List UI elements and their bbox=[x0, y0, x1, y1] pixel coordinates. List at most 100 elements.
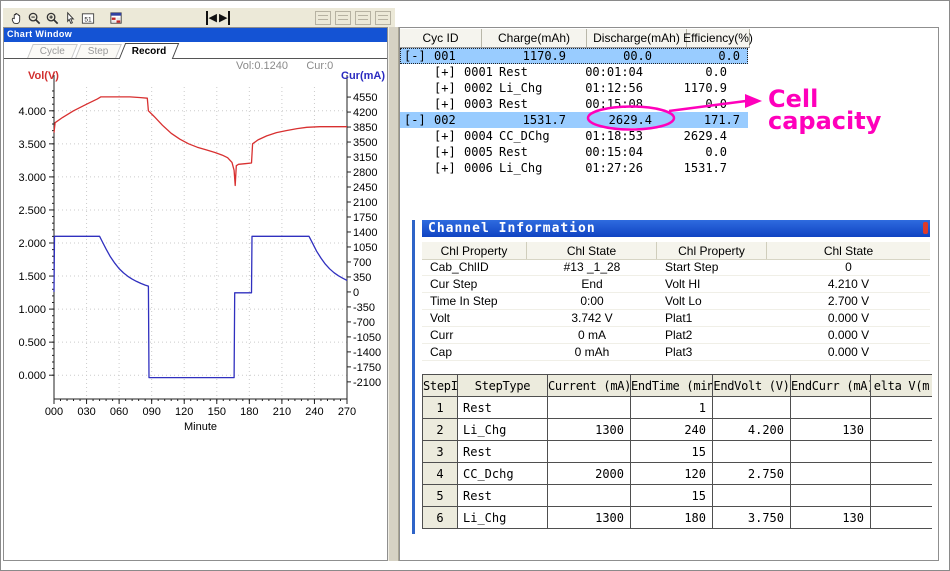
expand-toggle: [+] bbox=[434, 81, 456, 95]
channel-property: Volt Lo bbox=[665, 294, 702, 308]
cycle-row-001[interactable]: [-] 001 1170.9 00.0 0.0 bbox=[400, 48, 748, 64]
channel-property: Plat2 bbox=[665, 328, 693, 342]
step-table-row[interactable]: 1 Rest 1 bbox=[422, 396, 932, 419]
step-table-row[interactable]: 2 Li_Chg 1300 240 4.200 130 bbox=[422, 418, 932, 441]
channel-info-row: Cap 0 mAh Plat3 0.000 V bbox=[422, 344, 930, 361]
titlebar-red-marker bbox=[923, 222, 928, 234]
tab-step[interactable]: Step bbox=[75, 44, 122, 58]
step-cell: 15 bbox=[630, 484, 713, 507]
step-cell: 6 bbox=[422, 506, 458, 529]
step-name: Li_Chg bbox=[499, 161, 543, 175]
step-col-header: elta V(m bbox=[870, 374, 932, 397]
select-cursor-icon[interactable] bbox=[61, 10, 79, 26]
data-pane: Cyc ID Charge(mAh) Discharge(mAh) Efficienc… bbox=[399, 27, 939, 561]
channel-info-titlebar: Channel Information bbox=[422, 220, 930, 237]
step-name: Rest bbox=[499, 65, 528, 79]
step-cell bbox=[870, 506, 932, 529]
step-cell bbox=[712, 440, 791, 463]
step-id: 0006 bbox=[464, 161, 493, 175]
step-table-row[interactable]: 4 CC_Dchg 2000 120 2.750 bbox=[422, 462, 932, 485]
cycle-col-header[interactable]: Charge(mAh) bbox=[482, 29, 587, 47]
step-cell: 1300 bbox=[547, 418, 631, 441]
tab-record[interactable]: Record bbox=[118, 43, 180, 59]
tab-cycle[interactable]: Cycle bbox=[27, 44, 78, 58]
channel-info-rows: Cab_ChlID #13 _1_28 Start Step 0 Cur Step End… bbox=[422, 259, 930, 361]
step-cell bbox=[547, 484, 631, 507]
cycle-col-header[interactable]: Cyc ID bbox=[400, 29, 482, 47]
step-row-0003[interactable]: [+] 0003 Rest 00:15:08 0.0 bbox=[400, 96, 940, 112]
step-cell: 2000 bbox=[547, 462, 631, 485]
step-table-row[interactable]: 6 Li_Chg 1300 180 3.750 130 bbox=[422, 506, 932, 529]
svg-text:210: 210 bbox=[273, 406, 291, 418]
step-row-0002[interactable]: [+] 0002 Li_Chg 01:12:56 1170.9 bbox=[400, 80, 940, 96]
step-id: 0004 bbox=[464, 129, 493, 143]
zoom-in-icon[interactable] bbox=[43, 10, 61, 26]
svg-text:Vol(V): Vol(V) bbox=[28, 70, 59, 82]
efficiency-value: 0.0 bbox=[718, 49, 740, 63]
svg-text:3150: 3150 bbox=[353, 152, 377, 164]
step-table-wrap: StepIDStepTypeCurrent (mA)EndTime (min)E… bbox=[422, 374, 932, 529]
channel-frame-border bbox=[412, 220, 415, 534]
svg-text:-2100: -2100 bbox=[353, 377, 381, 389]
prev-page-icon[interactable]: ◀ bbox=[205, 11, 218, 25]
svg-text:4200: 4200 bbox=[353, 107, 377, 119]
step-col-header: StepID bbox=[422, 374, 458, 397]
step-row-0001[interactable]: [+] 0001 Rest 00:01:04 0.0 bbox=[400, 64, 940, 80]
layout-view-icon[interactable] bbox=[355, 11, 371, 25]
svg-text:030: 030 bbox=[77, 406, 95, 418]
svg-text:-1050: -1050 bbox=[353, 332, 381, 344]
svg-text:2450: 2450 bbox=[353, 182, 377, 194]
svg-text:1.000: 1.000 bbox=[18, 304, 46, 316]
step-table-header-row: StepIDStepTypeCurrent (mA)EndTime (min)E… bbox=[422, 374, 932, 397]
channel-info-row: Cab_ChlID #13 _1_28 Start Step 0 bbox=[422, 259, 930, 276]
next-page-icon[interactable]: ▶ bbox=[218, 11, 231, 25]
chart-tabstrip: Cycle Step Record bbox=[4, 42, 387, 59]
svg-text:2100: 2100 bbox=[353, 197, 377, 209]
svg-text:180: 180 bbox=[240, 406, 258, 418]
app-window: 51 ◀ ▶ Chart Window Cycle Step Record Vol:… bbox=[0, 0, 950, 571]
step-row-0006[interactable]: [+] 0006 Li_Chg 01:27:26 1531.7 bbox=[400, 160, 940, 176]
channel-info-row: Curr 0 mA Plat2 0.000 V bbox=[422, 327, 930, 344]
channel-state: 0.000 V bbox=[827, 345, 870, 359]
step-table-row[interactable]: 3 Rest 15 bbox=[422, 440, 932, 463]
svg-text:51: 51 bbox=[84, 16, 92, 23]
step-table-row[interactable]: 5 Rest 15 bbox=[422, 484, 932, 507]
step-col-header: EndCurr (mA) bbox=[790, 374, 871, 397]
cycle-table-header: Cyc ID Charge(mAh) Discharge(mAh) Efficienc… bbox=[400, 29, 753, 48]
cycle-col-header[interactable]: Discharge(mAh) bbox=[587, 29, 687, 47]
step-name: Rest bbox=[499, 145, 528, 159]
step-capacity: 1170.9 bbox=[683, 81, 727, 95]
svg-text:150: 150 bbox=[208, 406, 226, 418]
step-row-0004[interactable]: [+] 0004 CC_DChg 01:18:53 2629.4 bbox=[400, 128, 940, 144]
step-capacity: 0.0 bbox=[705, 65, 727, 79]
column-view-icon[interactable] bbox=[335, 11, 351, 25]
step-col-header: StepType bbox=[457, 374, 548, 397]
tab-label: Record bbox=[131, 46, 166, 57]
step-cell bbox=[547, 440, 631, 463]
step-cell: 180 bbox=[630, 506, 713, 529]
discharge-value: 00.0 bbox=[623, 49, 652, 63]
step-cell: Li_Chg bbox=[457, 506, 548, 529]
svg-text:060: 060 bbox=[110, 406, 128, 418]
report-icon[interactable] bbox=[107, 10, 125, 26]
charge-value: 1531.7 bbox=[522, 113, 566, 127]
step-name: CC_DChg bbox=[499, 129, 550, 143]
pane-splitter[interactable] bbox=[388, 27, 399, 561]
step-row-0005[interactable]: [+] 0005 Rest 00:15:04 0.0 bbox=[400, 144, 940, 160]
zoom-icon[interactable] bbox=[25, 10, 43, 26]
step-cell: 15 bbox=[630, 440, 713, 463]
cycle-row-002[interactable]: [-] 002 1531.7 2629.4 171.7 bbox=[400, 112, 748, 128]
current-curve bbox=[53, 235, 348, 379]
list-view-icon[interactable] bbox=[315, 11, 331, 25]
channel-info-title: Channel Information bbox=[428, 221, 596, 236]
pan-hand-icon[interactable] bbox=[7, 10, 25, 26]
svg-text:4.000: 4.000 bbox=[18, 106, 46, 118]
channel-col-header: Chl Property bbox=[657, 242, 767, 259]
data-grid-icon[interactable]: 51 bbox=[79, 10, 97, 26]
cycle-col-header[interactable]: Efficiency(%) bbox=[683, 29, 753, 47]
svg-text:3.000: 3.000 bbox=[18, 172, 46, 184]
copy-icon[interactable] bbox=[375, 11, 391, 25]
svg-text:4550: 4550 bbox=[353, 92, 377, 104]
step-cell: 130 bbox=[790, 418, 871, 441]
step-id: 0002 bbox=[464, 81, 493, 95]
